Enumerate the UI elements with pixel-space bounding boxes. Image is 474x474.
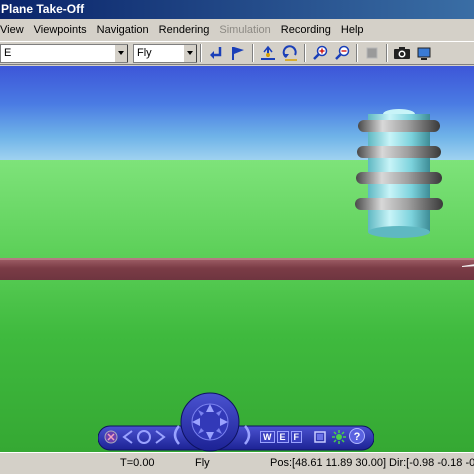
stop-icon [366,47,378,59]
camera-icon [394,47,410,59]
return-button[interactable] [205,43,227,63]
close-icon[interactable] [104,430,118,444]
menu-bar: View Viewpoints Navigation Rendering Sim… [0,19,474,41]
menu-view[interactable]: View [0,24,29,36]
restore-icon [282,45,297,61]
toolbar-separator [356,44,358,62]
zoom-in-icon [313,45,328,60]
examine-mode-button[interactable]: E [276,431,289,443]
fly-mode-button[interactable]: F [290,431,303,443]
control-tower [355,109,443,238]
status-time: T=0.00 [120,457,155,469]
3d-viewport[interactable]: W E F ? [0,66,474,452]
zoom-out-button[interactable] [331,43,353,63]
snapshot-button[interactable] [391,43,413,63]
walk-mode-button[interactable]: W [260,431,275,443]
menu-help[interactable]: Help [336,24,369,36]
straighten-icon [261,45,275,60]
menu-navigation[interactable]: Navigation [92,24,154,36]
viewpoint-list-icon[interactable] [313,430,327,444]
status-nav-mode: Fly [195,457,210,469]
slide-left-right-icon[interactable] [122,428,166,446]
settings-icon[interactable] [331,429,347,445]
chevron-down-icon[interactable] [183,44,197,62]
toolbar: E Fly [0,41,474,65]
stop-button[interactable] [361,43,383,63]
viewpoint-select-value: E [4,46,12,59]
straighten-button[interactable] [257,43,279,63]
mode-buttons: W E F [260,431,303,443]
window-title: Plane Take-Off [1,2,85,16]
tilt-right-icon[interactable] [242,424,256,446]
viewpoint-select[interactable]: E [0,43,128,63]
nav-mode-select-value: Fly [137,46,152,59]
window-title-bar[interactable]: Plane Take-Off [0,0,474,19]
screen-icon [417,47,431,60]
flag-icon [232,47,244,60]
menu-rendering[interactable]: Rendering [154,24,215,36]
toolbar-separator [304,44,306,62]
status-bar: T=0.00 Fly Pos:[48.61 11.89 30.00] Dir:[… [0,452,474,474]
nav-mode-select[interactable]: Fly [133,43,197,63]
menu-viewpoints[interactable]: Viewpoints [29,24,92,36]
screen-button[interactable] [413,43,435,63]
toolbar-separator [200,44,202,62]
status-position: Pos:[48.61 11.89 30.00] Dir:[-0.98 -0.18… [270,457,474,469]
tilt-left-icon[interactable] [168,424,182,446]
compass-icon[interactable] [190,402,230,442]
flag-button[interactable] [227,43,249,63]
zoom-in-button[interactable] [309,43,331,63]
return-arrow-icon [210,47,222,59]
chevron-down-icon[interactable] [114,44,128,62]
toolbar-separator [386,44,388,62]
toolbar-separator [252,44,254,62]
zoom-out-icon [335,45,350,60]
menu-recording[interactable]: Recording [276,24,336,36]
restore-view-button[interactable] [279,43,301,63]
plane-object [462,264,474,267]
menu-simulation[interactable]: Simulation [214,24,275,36]
help-button[interactable]: ? [349,428,365,444]
runway [0,258,474,280]
